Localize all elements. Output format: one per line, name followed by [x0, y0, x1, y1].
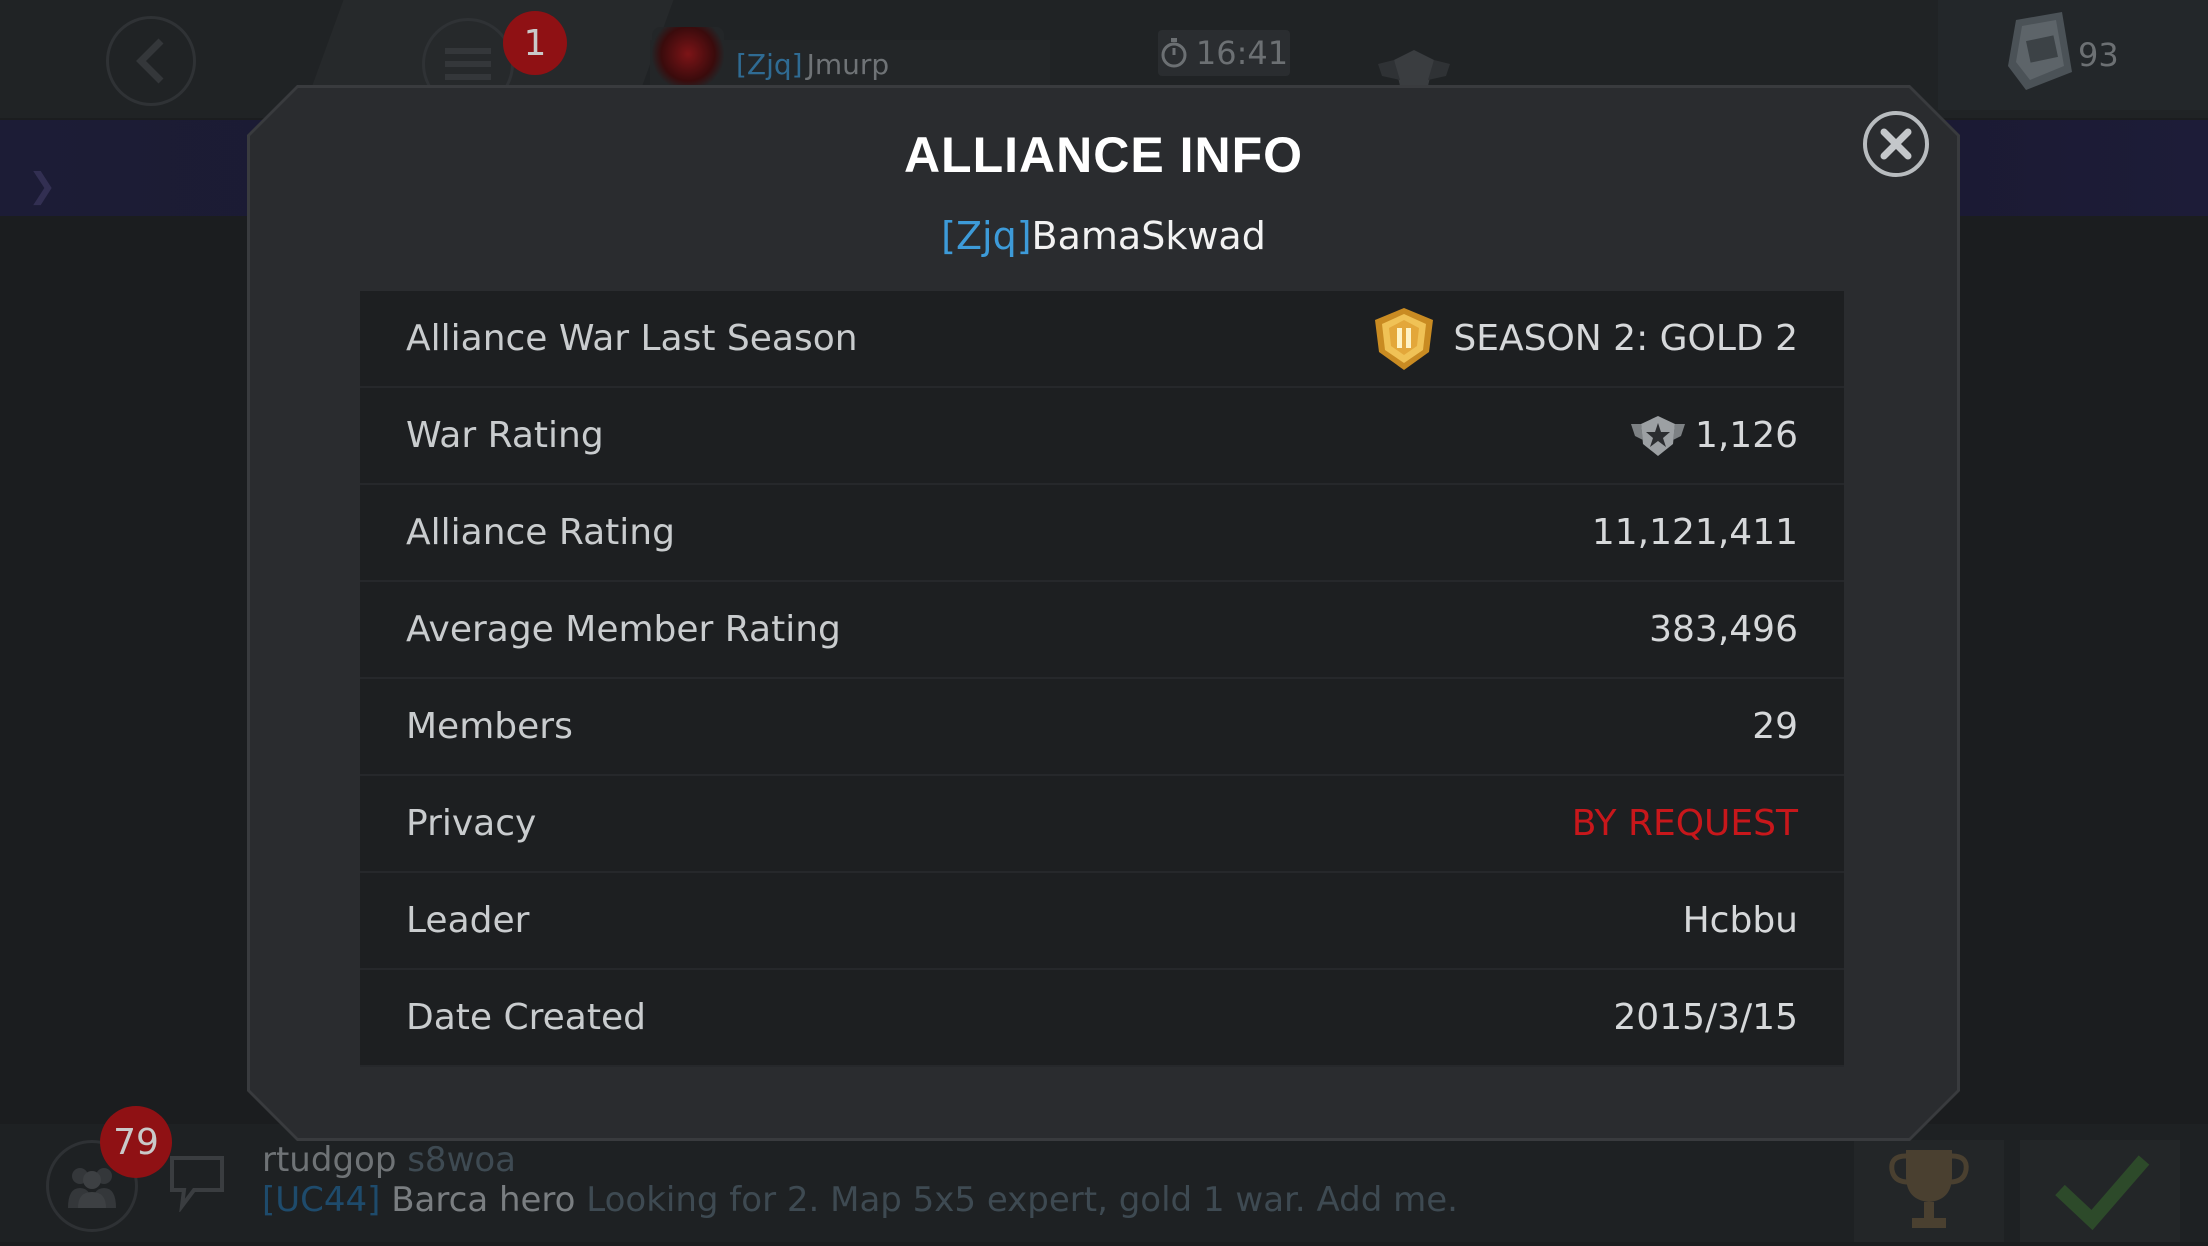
row-label: Privacy [406, 803, 537, 844]
war-rating-star-icon [1630, 414, 1685, 458]
row-label: Alliance Rating [406, 512, 675, 553]
info-row-war-rating: War Rating 1,126 [360, 388, 1844, 485]
alliance-info-panel: ALLIANCE INFO [Zjq]BamaSkwad Alliance Wa… [250, 88, 1957, 1138]
info-row-members: Members 29 [360, 679, 1844, 776]
row-label: Leader [406, 900, 530, 941]
player-alliance-tag: [Zjq] [736, 47, 803, 81]
row-label: Alliance War Last Season [406, 318, 858, 359]
chat-message-2[interactable]: [UC44] Barca hero Looking for 2. Map 5x5… [262, 1180, 1458, 1220]
date-created-value: 2015/3/15 [1613, 997, 1798, 1038]
alliance-info-dialog: ALLIANCE INFO [Zjq]BamaSkwad Alliance Wa… [247, 85, 1960, 1141]
player-name: Jmurp [806, 47, 890, 81]
alliance-name-heading: [Zjq]BamaSkwad [250, 214, 1957, 258]
currency-count: 93 [2078, 36, 2119, 74]
group-icon [68, 1168, 116, 1208]
timer-value: 16:41 [1195, 34, 1289, 72]
player-avatar [652, 27, 724, 87]
privacy-status-value: BY REQUEST [1571, 803, 1798, 844]
average-member-rating-value: 383,496 [1649, 609, 1798, 650]
info-row-date-created: Date Created 2015/3/15 [360, 970, 1844, 1067]
chat-alliance-tag: [UC44] [262, 1180, 381, 1220]
back-button[interactable] [106, 16, 196, 106]
row-label: Members [406, 706, 573, 747]
notification-badge: 1 [503, 11, 567, 75]
row-value: SEASON 2: GOLD 2 [1371, 306, 1798, 372]
leader-name-value: Hcbbu [1682, 900, 1798, 941]
dialog-title: ALLIANCE INFO [903, 127, 1304, 183]
chat-text: Looking for 2. Map 5x5 expert, gold 1 wa… [586, 1180, 1458, 1220]
row-label: War Rating [406, 415, 604, 456]
close-icon [1880, 128, 1912, 160]
info-row-average-member-rating: Average Member Rating 383,496 [360, 582, 1844, 679]
row-label: Date Created [406, 997, 646, 1038]
alliance-name: BamaSkwad [1031, 214, 1266, 258]
chat-message-1[interactable]: rtudgop s8woa [262, 1140, 516, 1180]
info-row-leader: Leader Hcbbu [360, 873, 1844, 970]
alliance-tag: [Zjq] [941, 214, 1032, 258]
row-value: 1,126 [1630, 414, 1798, 458]
alliance-rating-value: 11,121,411 [1591, 512, 1798, 553]
leaderboard-button[interactable] [1854, 1140, 2004, 1242]
alliance-info-table: Alliance War Last Season SEASON 2: GOLD … [360, 291, 1844, 1067]
checkmark-icon [2055, 1155, 2150, 1231]
alliance-emblem-icon [1378, 50, 1450, 86]
chat-bubble-icon[interactable] [168, 1152, 228, 1212]
info-row-war-last-season: Alliance War Last Season SEASON 2: GOLD … [360, 291, 1844, 388]
chat-unread-badge: 79 [100, 1106, 172, 1178]
chevron-left-icon [136, 38, 164, 84]
info-row-privacy: Privacy BY REQUEST [360, 776, 1844, 873]
player-profile[interactable]: [Zjq] Jmurp [650, 27, 1050, 88]
gold-tier-shield-icon [1371, 306, 1437, 372]
chat-user: rtudgop [262, 1140, 397, 1180]
event-timer: 16:41 [1158, 30, 1290, 76]
alliance-crystal-icon [2008, 12, 2072, 90]
stopwatch-icon [1161, 38, 1187, 68]
trophy-icon [1889, 1150, 1969, 1228]
chat-user: Barca hero [391, 1180, 576, 1220]
row-label: Average Member Rating [406, 609, 841, 650]
hamburger-menu-icon [445, 48, 491, 80]
chevron-right-icon: ❯ [28, 166, 57, 206]
members-count-value: 29 [1752, 706, 1798, 747]
chat-text: s8woa [407, 1140, 517, 1180]
info-row-alliance-rating: Alliance Rating 11,121,411 [360, 485, 1844, 582]
war-rating-value: 1,126 [1694, 415, 1798, 456]
war-season-value: SEASON 2: GOLD 2 [1453, 318, 1798, 359]
confirm-button[interactable] [2020, 1140, 2180, 1242]
close-button[interactable] [1863, 111, 1929, 177]
